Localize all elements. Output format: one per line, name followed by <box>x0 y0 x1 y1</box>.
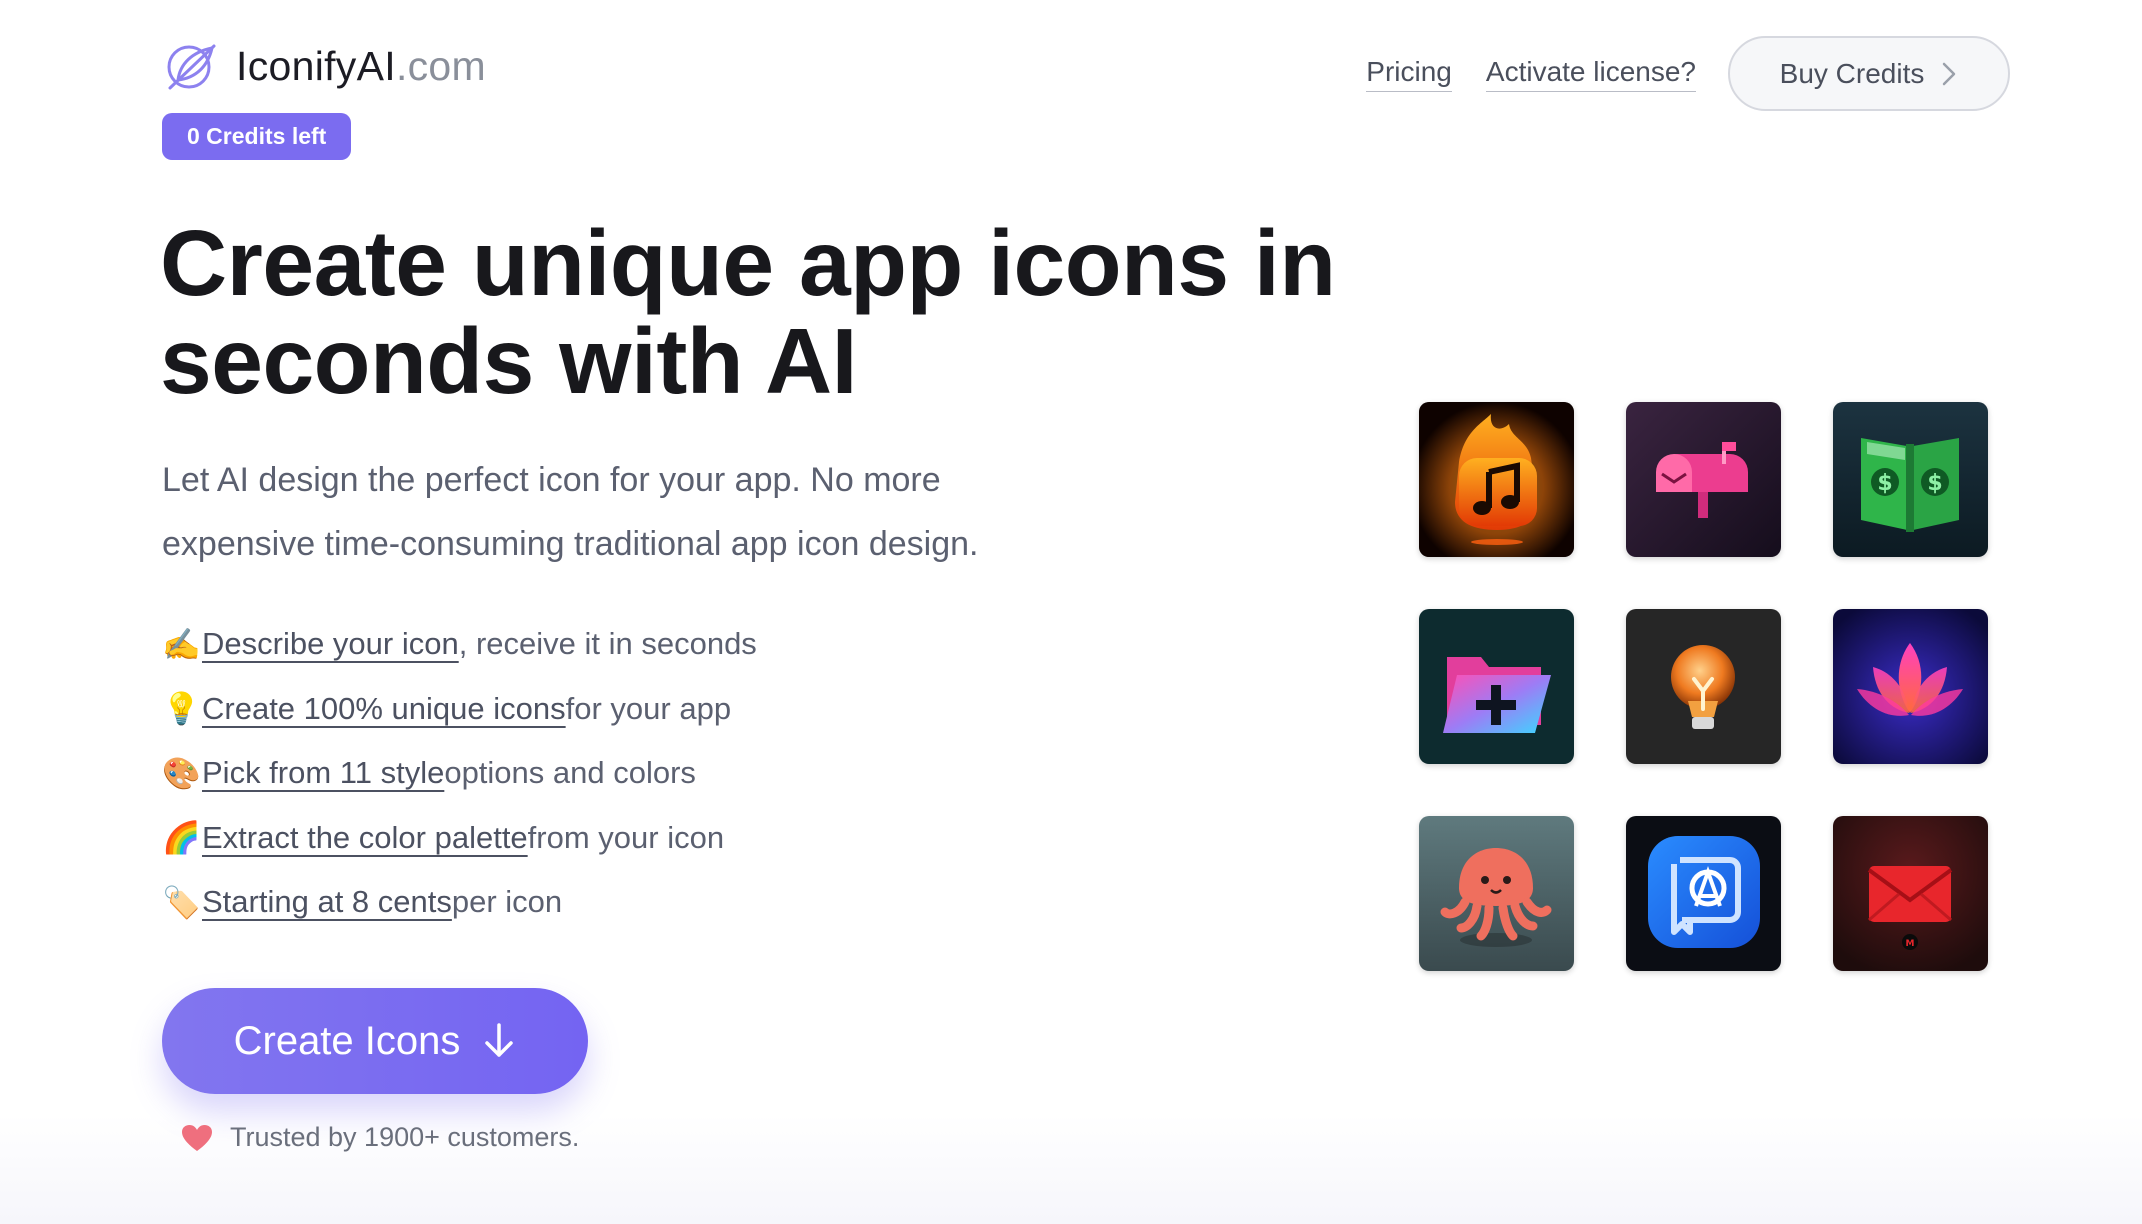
subhead-line-1: Let AI design the perfect icon for your … <box>162 461 941 499</box>
palette-icon: 🎨 <box>162 755 201 791</box>
feature-item: 🌈 Extract the color palette from your ic… <box>162 806 757 871</box>
feature-text: from your icon <box>527 819 725 855</box>
buy-credits-label: Buy Credits <box>1779 57 1925 89</box>
feature-link-styles[interactable]: Pick from 11 style <box>202 755 444 791</box>
svg-text:$: $ <box>1927 471 1942 496</box>
chevron-right-icon <box>1943 62 1956 85</box>
feature-text: per icon <box>451 884 563 920</box>
feature-link-unique[interactable]: Create 100% unique icons <box>202 691 566 727</box>
writing-hand-icon: ✍️ <box>162 626 201 662</box>
svg-text:$: $ <box>1877 471 1892 496</box>
hero-headline: Create unique app icons in seconds with … <box>160 214 1400 410</box>
showcase-tile[interactable] <box>1626 402 1781 557</box>
lightbulb-icon <box>1626 609 1781 764</box>
app-store-icon <box>1626 816 1781 971</box>
showcase-tile[interactable] <box>1419 609 1574 764</box>
create-icons-label: Create Icons <box>233 1018 461 1063</box>
mailbox-icon <box>1626 402 1781 557</box>
price-tag-icon: 🏷️ <box>162 884 201 920</box>
showcase-tile[interactable]: $ $ <box>1833 402 1988 557</box>
showcase-tile[interactable] <box>1419 816 1574 971</box>
buy-credits-button[interactable]: Buy Credits <box>1728 36 2010 111</box>
lightbulb-emoji-icon: 💡 <box>162 691 201 727</box>
feature-link-palette[interactable]: Extract the color palette <box>202 820 528 856</box>
feature-link-pricing[interactable]: Starting at 8 cents <box>202 884 452 920</box>
heart-icon <box>182 1124 212 1151</box>
headline-line-1: Create unique app icons in <box>160 211 1336 315</box>
top-nav: Pricing Activate license? Buy Credits <box>1366 36 2010 111</box>
feature-item: 💡 Create 100% unique icons for your app <box>162 677 757 742</box>
feature-item: 🎨 Pick from 11 style options and colors <box>162 741 757 806</box>
trusted-text: Trusted by 1900+ customers. <box>230 1122 580 1152</box>
arrow-down-icon <box>485 1023 514 1057</box>
logo-feather-icon <box>167 44 216 90</box>
activate-license-link[interactable]: Activate license? <box>1485 56 1696 92</box>
icon-showcase-grid: $ $ M <box>1419 402 1990 973</box>
brand-text: IconifyAI <box>236 42 396 89</box>
feature-list: ✍️ Describe your icon, receive it in sec… <box>162 612 757 935</box>
folder-plus-icon <box>1419 609 1574 764</box>
showcase-tile[interactable] <box>1626 816 1781 971</box>
trusted-line: Trusted by 1900+ customers. <box>180 1122 579 1153</box>
showcase-tile[interactable] <box>1833 609 1988 764</box>
jellyfish-icon <box>1419 816 1574 971</box>
subhead-line-2: expensive time-consuming traditional app… <box>162 525 979 563</box>
envelope-icon: M <box>1833 816 1988 971</box>
showcase-tile[interactable]: M <box>1833 816 1988 971</box>
svg-text:M: M <box>1906 939 1915 949</box>
showcase-tile[interactable] <box>1626 609 1781 764</box>
site-logo[interactable]: IconifyAI.com <box>162 40 486 92</box>
feature-item: ✍️ Describe your icon, receive it in sec… <box>162 612 757 677</box>
headline-line-2: seconds with AI <box>160 309 858 413</box>
feature-link-describe[interactable]: Describe your icon <box>202 626 459 662</box>
hero-subhead: Let AI design the perfect icon for your … <box>162 448 1122 576</box>
feature-text: options and colors <box>444 755 696 791</box>
feature-item: 🏷️ Starting at 8 cents per icon <box>162 870 757 935</box>
credits-badge[interactable]: 0 Credits left <box>162 113 352 160</box>
create-icons-button[interactable]: Create Icons <box>162 988 588 1094</box>
showcase-tile[interactable] <box>1419 402 1574 557</box>
feature-text: , receive it in seconds <box>458 626 757 662</box>
brand-name: IconifyAI.com <box>236 43 486 90</box>
pricing-link[interactable]: Pricing <box>1366 56 1452 92</box>
music-flame-icon <box>1419 402 1574 557</box>
feature-text: for your app <box>565 690 732 726</box>
brand-domain: .com <box>395 42 486 89</box>
lotus-icon <box>1833 609 1988 764</box>
rainbow-icon: 🌈 <box>162 820 201 856</box>
money-book-icon: $ $ <box>1833 402 1988 557</box>
